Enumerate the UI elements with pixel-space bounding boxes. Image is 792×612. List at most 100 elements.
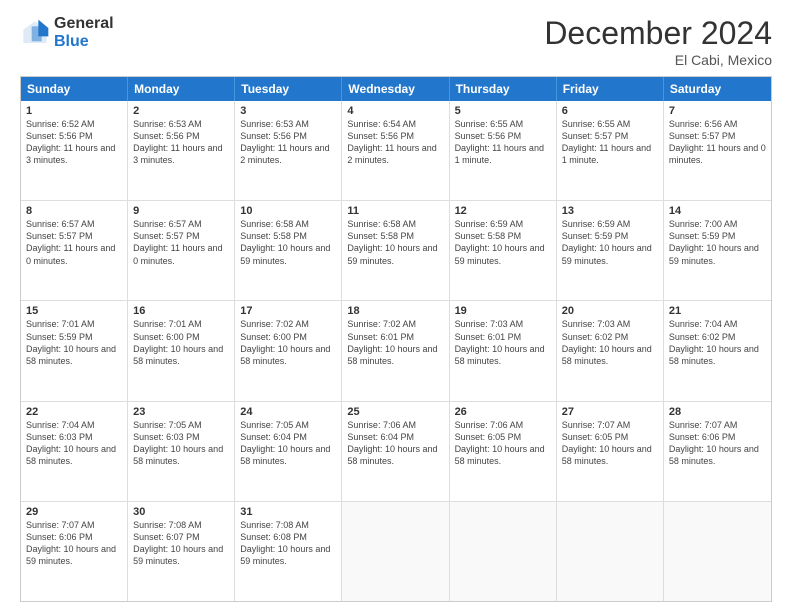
- header-sunday: Sunday: [21, 77, 128, 101]
- table-row: [557, 502, 664, 601]
- table-row: 9 Sunrise: 6:57 AMSunset: 5:57 PMDayligh…: [128, 201, 235, 300]
- day-number: 16: [133, 305, 229, 317]
- day-number: 10: [240, 205, 336, 217]
- day-number: 25: [347, 406, 443, 418]
- cell-info: Sunrise: 7:01 AMSunset: 6:00 PMDaylight:…: [133, 318, 229, 367]
- day-number: 27: [562, 406, 658, 418]
- table-row: 15 Sunrise: 7:01 AMSunset: 5:59 PMDaylig…: [21, 301, 128, 400]
- cell-info: Sunrise: 6:53 AMSunset: 5:56 PMDaylight:…: [240, 118, 336, 167]
- cell-info: Sunrise: 7:01 AMSunset: 5:59 PMDaylight:…: [26, 318, 122, 367]
- table-row: 18 Sunrise: 7:02 AMSunset: 6:01 PMDaylig…: [342, 301, 449, 400]
- table-row: 4 Sunrise: 6:54 AMSunset: 5:56 PMDayligh…: [342, 101, 449, 200]
- day-number: 23: [133, 406, 229, 418]
- cell-info: Sunrise: 6:55 AMSunset: 5:56 PMDaylight:…: [455, 118, 551, 167]
- cell-info: Sunrise: 7:05 AMSunset: 6:04 PMDaylight:…: [240, 419, 336, 468]
- cell-info: Sunrise: 7:06 AMSunset: 6:05 PMDaylight:…: [455, 419, 551, 468]
- day-number: 9: [133, 205, 229, 217]
- cell-info: Sunrise: 7:02 AMSunset: 6:00 PMDaylight:…: [240, 318, 336, 367]
- logo-text: General Blue: [54, 15, 114, 50]
- cell-info: Sunrise: 6:59 AMSunset: 5:59 PMDaylight:…: [562, 218, 658, 267]
- header-thursday: Thursday: [450, 77, 557, 101]
- table-row: 26 Sunrise: 7:06 AMSunset: 6:05 PMDaylig…: [450, 402, 557, 501]
- table-row: 17 Sunrise: 7:02 AMSunset: 6:00 PMDaylig…: [235, 301, 342, 400]
- header-friday: Friday: [557, 77, 664, 101]
- cell-info: Sunrise: 6:59 AMSunset: 5:58 PMDaylight:…: [455, 218, 551, 267]
- cell-info: Sunrise: 6:57 AMSunset: 5:57 PMDaylight:…: [133, 218, 229, 267]
- day-number: 13: [562, 205, 658, 217]
- logo-icon: [20, 18, 50, 48]
- table-row: [342, 502, 449, 601]
- header-saturday: Saturday: [664, 77, 771, 101]
- table-row: 13 Sunrise: 6:59 AMSunset: 5:59 PMDaylig…: [557, 201, 664, 300]
- calendar: Sunday Monday Tuesday Wednesday Thursday…: [20, 76, 772, 602]
- day-number: 17: [240, 305, 336, 317]
- cell-info: Sunrise: 7:02 AMSunset: 6:01 PMDaylight:…: [347, 318, 443, 367]
- logo-general: General: [54, 15, 114, 33]
- header-monday: Monday: [128, 77, 235, 101]
- table-row: 22 Sunrise: 7:04 AMSunset: 6:03 PMDaylig…: [21, 402, 128, 501]
- table-row: 21 Sunrise: 7:04 AMSunset: 6:02 PMDaylig…: [664, 301, 771, 400]
- day-number: 6: [562, 105, 658, 117]
- month-title: December 2024: [544, 15, 772, 52]
- header-tuesday: Tuesday: [235, 77, 342, 101]
- table-row: 23 Sunrise: 7:05 AMSunset: 6:03 PMDaylig…: [128, 402, 235, 501]
- cell-info: Sunrise: 7:05 AMSunset: 6:03 PMDaylight:…: [133, 419, 229, 468]
- table-row: 7 Sunrise: 6:56 AMSunset: 5:57 PMDayligh…: [664, 101, 771, 200]
- cell-info: Sunrise: 7:06 AMSunset: 6:04 PMDaylight:…: [347, 419, 443, 468]
- title-block: December 2024 El Cabi, Mexico: [544, 15, 772, 68]
- day-number: 2: [133, 105, 229, 117]
- logo-blue: Blue: [54, 33, 114, 51]
- cell-info: Sunrise: 7:07 AMSunset: 6:05 PMDaylight:…: [562, 419, 658, 468]
- cell-info: Sunrise: 7:04 AMSunset: 6:03 PMDaylight:…: [26, 419, 122, 468]
- day-number: 31: [240, 506, 336, 518]
- cell-info: Sunrise: 7:03 AMSunset: 6:01 PMDaylight:…: [455, 318, 551, 367]
- day-number: 1: [26, 105, 122, 117]
- day-number: 11: [347, 205, 443, 217]
- header-wednesday: Wednesday: [342, 77, 449, 101]
- week-row-1: 8 Sunrise: 6:57 AMSunset: 5:57 PMDayligh…: [21, 200, 771, 300]
- table-row: 19 Sunrise: 7:03 AMSunset: 6:01 PMDaylig…: [450, 301, 557, 400]
- calendar-body: 1 Sunrise: 6:52 AMSunset: 5:56 PMDayligh…: [21, 101, 771, 601]
- day-number: 22: [26, 406, 122, 418]
- day-number: 18: [347, 305, 443, 317]
- cell-info: Sunrise: 6:58 AMSunset: 5:58 PMDaylight:…: [240, 218, 336, 267]
- cell-info: Sunrise: 7:03 AMSunset: 6:02 PMDaylight:…: [562, 318, 658, 367]
- table-row: 31 Sunrise: 7:08 AMSunset: 6:08 PMDaylig…: [235, 502, 342, 601]
- day-number: 12: [455, 205, 551, 217]
- day-number: 4: [347, 105, 443, 117]
- week-row-3: 22 Sunrise: 7:04 AMSunset: 6:03 PMDaylig…: [21, 401, 771, 501]
- table-row: 29 Sunrise: 7:07 AMSunset: 6:06 PMDaylig…: [21, 502, 128, 601]
- day-number: 3: [240, 105, 336, 117]
- table-row: 20 Sunrise: 7:03 AMSunset: 6:02 PMDaylig…: [557, 301, 664, 400]
- table-row: 14 Sunrise: 7:00 AMSunset: 5:59 PMDaylig…: [664, 201, 771, 300]
- week-row-0: 1 Sunrise: 6:52 AMSunset: 5:56 PMDayligh…: [21, 101, 771, 200]
- cell-info: Sunrise: 7:08 AMSunset: 6:07 PMDaylight:…: [133, 519, 229, 568]
- cell-info: Sunrise: 7:00 AMSunset: 5:59 PMDaylight:…: [669, 218, 766, 267]
- day-number: 29: [26, 506, 122, 518]
- table-row: 10 Sunrise: 6:58 AMSunset: 5:58 PMDaylig…: [235, 201, 342, 300]
- table-row: 28 Sunrise: 7:07 AMSunset: 6:06 PMDaylig…: [664, 402, 771, 501]
- page: General Blue December 2024 El Cabi, Mexi…: [0, 0, 792, 612]
- table-row: 11 Sunrise: 6:58 AMSunset: 5:58 PMDaylig…: [342, 201, 449, 300]
- day-number: 30: [133, 506, 229, 518]
- day-number: 14: [669, 205, 766, 217]
- cell-info: Sunrise: 7:08 AMSunset: 6:08 PMDaylight:…: [240, 519, 336, 568]
- cell-info: Sunrise: 7:07 AMSunset: 6:06 PMDaylight:…: [669, 419, 766, 468]
- day-number: 26: [455, 406, 551, 418]
- table-row: 24 Sunrise: 7:05 AMSunset: 6:04 PMDaylig…: [235, 402, 342, 501]
- table-row: 12 Sunrise: 6:59 AMSunset: 5:58 PMDaylig…: [450, 201, 557, 300]
- cell-info: Sunrise: 6:54 AMSunset: 5:56 PMDaylight:…: [347, 118, 443, 167]
- day-number: 7: [669, 105, 766, 117]
- logo: General Blue: [20, 15, 114, 50]
- table-row: 25 Sunrise: 7:06 AMSunset: 6:04 PMDaylig…: [342, 402, 449, 501]
- header: General Blue December 2024 El Cabi, Mexi…: [20, 15, 772, 68]
- table-row: 6 Sunrise: 6:55 AMSunset: 5:57 PMDayligh…: [557, 101, 664, 200]
- cell-info: Sunrise: 6:58 AMSunset: 5:58 PMDaylight:…: [347, 218, 443, 267]
- table-row: 27 Sunrise: 7:07 AMSunset: 6:05 PMDaylig…: [557, 402, 664, 501]
- location: El Cabi, Mexico: [544, 52, 772, 68]
- week-row-2: 15 Sunrise: 7:01 AMSunset: 5:59 PMDaylig…: [21, 300, 771, 400]
- day-number: 5: [455, 105, 551, 117]
- cell-info: Sunrise: 7:07 AMSunset: 6:06 PMDaylight:…: [26, 519, 122, 568]
- day-number: 21: [669, 305, 766, 317]
- cell-info: Sunrise: 6:56 AMSunset: 5:57 PMDaylight:…: [669, 118, 766, 167]
